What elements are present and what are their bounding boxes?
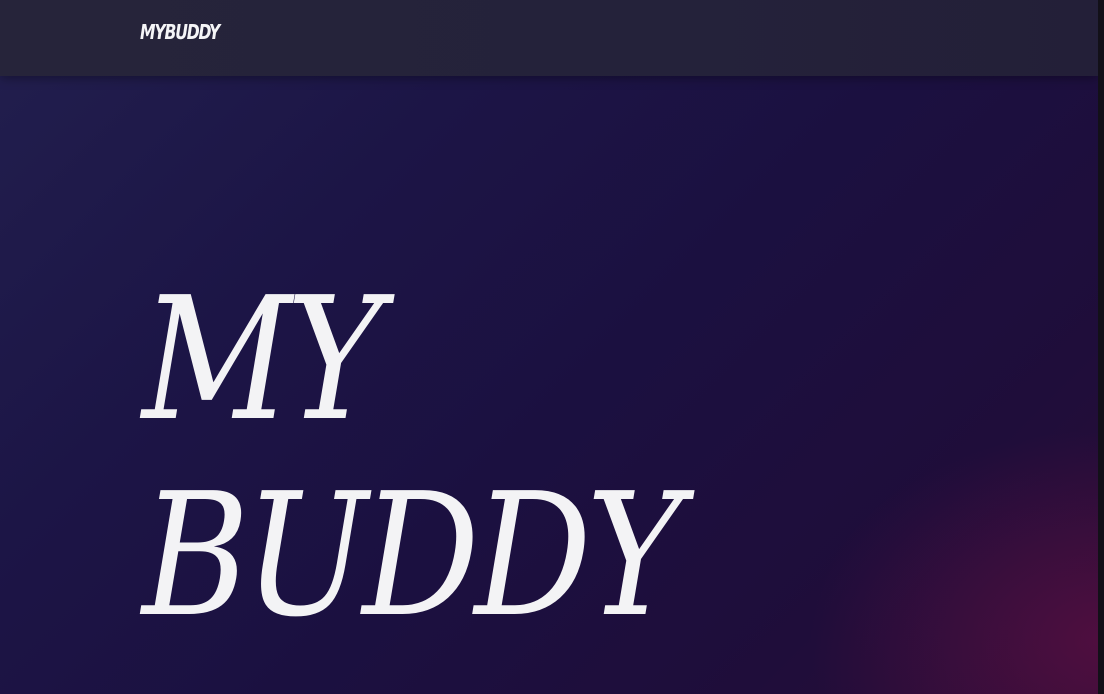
hero-title-line-1: MY [142,261,383,459]
hero-title: MY BUDDY [142,261,683,655]
page-scrollbar[interactable] [1098,0,1104,694]
brand-logo-link[interactable]: MYBUDDY [140,20,220,44]
hero-title-line-2: BUDDY [142,457,683,655]
landing-page: MYBUDDY MY BUDDY [0,0,1104,694]
top-navigation-bar: MYBUDDY [0,0,1098,76]
